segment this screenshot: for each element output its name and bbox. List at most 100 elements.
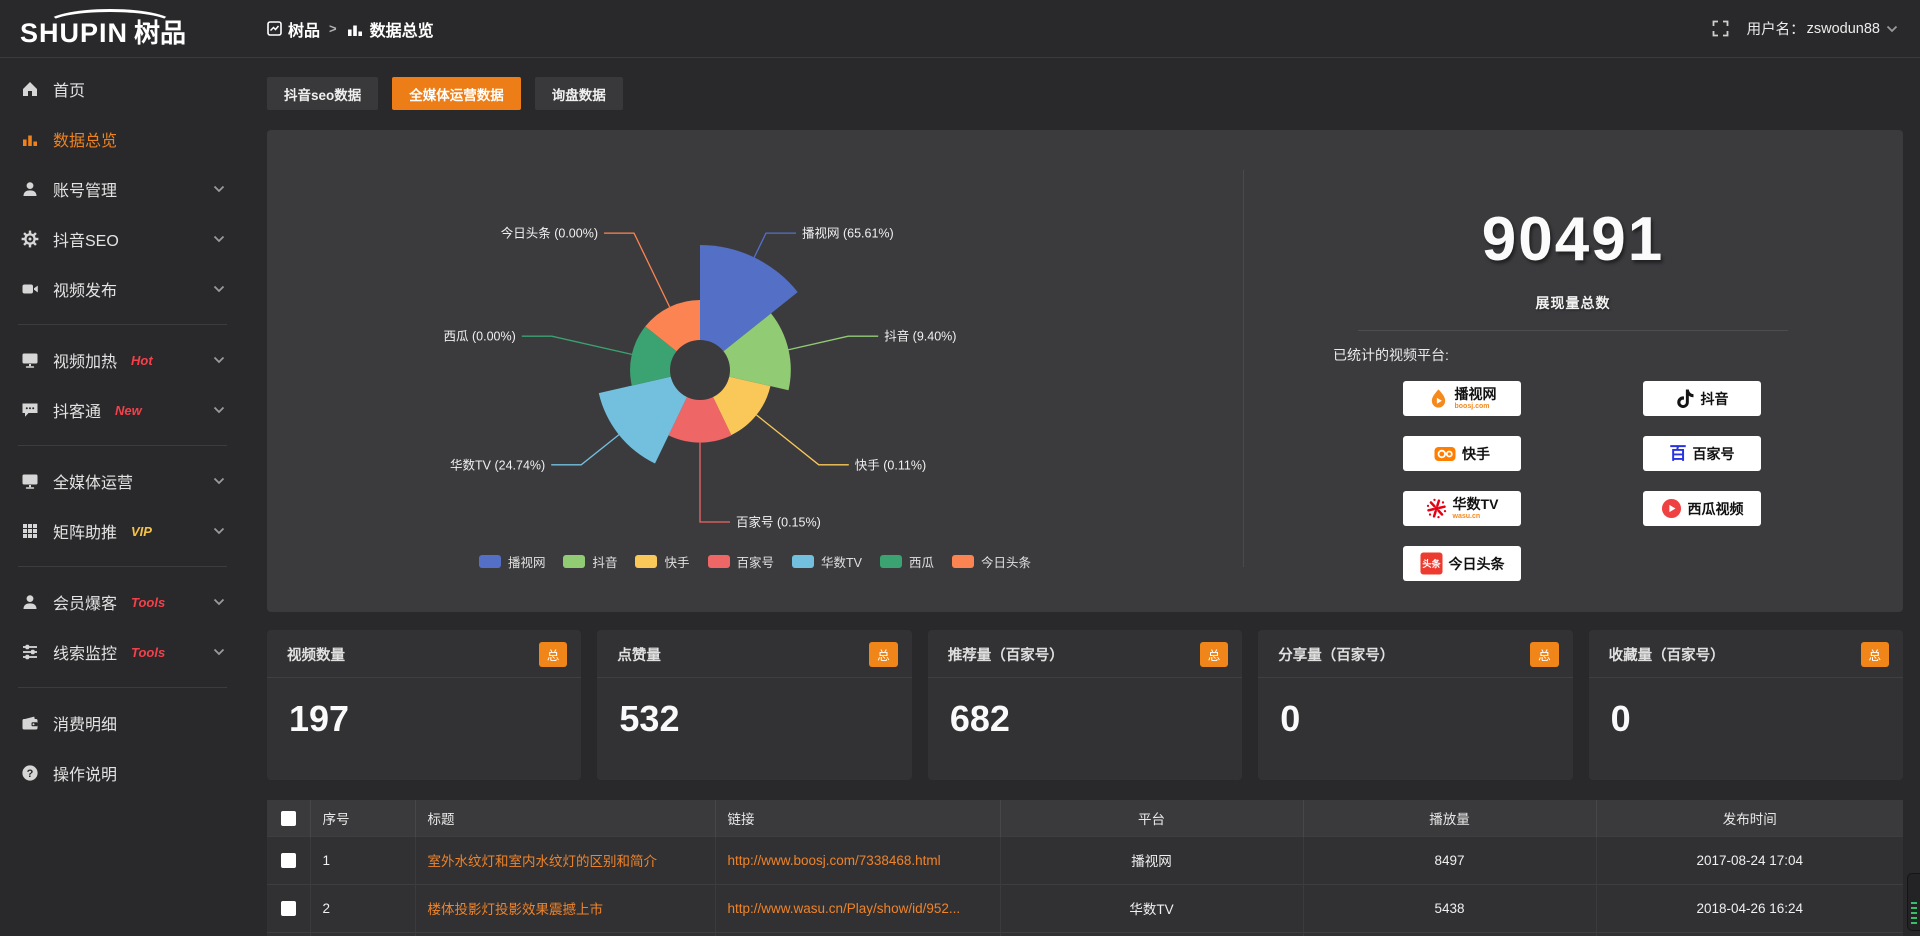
breadcrumb-item[interactable]: 树品: [267, 17, 320, 41]
legend-item-今日头条[interactable]: 今日头条: [952, 552, 1031, 571]
stat-card-value: 682: [950, 698, 1242, 740]
cell-time: 2018-04-26 16:24: [1596, 884, 1903, 932]
cell-time: [1596, 932, 1903, 936]
legend-item-播视网[interactable]: 播视网: [479, 552, 546, 571]
pie-label: 百家号 (0.15%): [736, 515, 821, 530]
cell-plays: [1303, 932, 1596, 936]
cell-link[interactable]: [715, 932, 1000, 936]
sidebar-item-首页[interactable]: 首页: [0, 64, 245, 114]
total-badge[interactable]: 总: [1530, 642, 1559, 667]
row-checkbox[interactable]: [281, 853, 296, 868]
platform-name: 播视网: [1455, 387, 1497, 401]
sidebar-item-会员爆客[interactable]: 会员爆客Tools: [0, 577, 245, 627]
chart-bars-icon: [20, 130, 40, 148]
cell-link[interactable]: http://www.wasu.cn/Play/show/id/952...: [715, 884, 1000, 932]
total-badge[interactable]: 总: [1200, 642, 1229, 667]
table-row: 2 楼体投影灯投影效果震撼上市 http://www.wasu.cn/Play/…: [267, 884, 1903, 932]
cell-title[interactable]: [415, 932, 715, 936]
platforms-label: 已统计的视频平台:: [1333, 345, 1903, 365]
sidebar-item-label: 数据总览: [53, 127, 117, 151]
stat-card-推荐量（百家号）: 推荐量（百家号）总682: [928, 630, 1242, 780]
select-all-checkbox[interactable]: [281, 811, 296, 826]
cell-title[interactable]: 室外水纹灯和室内水纹灯的区别和简介: [415, 836, 715, 884]
legend-item-抖音[interactable]: 抖音: [563, 552, 617, 571]
svg-text:?: ?: [27, 768, 34, 780]
sidebar-item-label: 抖客通: [53, 398, 101, 422]
platform-badge-播视网[interactable]: 播视网boosj.com: [1403, 381, 1521, 416]
logo[interactable]: SHUPIN树品: [0, 7, 245, 50]
stat-card-title: 点赞量: [617, 644, 661, 665]
table-row: 1 室外水纹灯和室内水纹灯的区别和简介 http://www.boosj.com…: [267, 836, 1903, 884]
pie-chart-section: 播视网 (65.61%)抖音 (9.40%)快手 (0.11%)百家号 (0.1…: [267, 130, 1243, 612]
chevron-down-icon: [213, 598, 225, 606]
chevron-down-icon: [213, 285, 225, 293]
rose-pie-chart[interactable]: 播视网 (65.61%)抖音 (9.40%)快手 (0.11%)百家号 (0.1…: [267, 130, 1243, 550]
sidebar-item-消费明细[interactable]: 消费明细: [0, 698, 245, 748]
pie-label: 快手 (0.11%): [855, 458, 926, 472]
logo-arc: [46, 9, 174, 39]
total-badge[interactable]: 总: [869, 642, 898, 667]
platform-badge-华数TV[interactable]: 华数TVwasu.cn: [1403, 491, 1521, 526]
user-icon: [20, 593, 40, 611]
data-tabs: 抖音seo数据全媒体运营数据询盘数据: [267, 77, 1903, 110]
sidebar-item-badge: Hot: [131, 353, 153, 368]
sidebar-item-抖客通[interactable]: 抖客通New: [0, 385, 245, 435]
platform-name: 百家号: [1693, 447, 1735, 461]
legend-label: 百家号: [737, 552, 775, 571]
platform-badge-今日头条[interactable]: 头条今日头条: [1403, 546, 1521, 581]
sidebar-item-label: 首页: [53, 77, 85, 101]
stat-card-点赞量: 点赞量总532: [597, 630, 911, 780]
fullscreen-icon[interactable]: [1712, 20, 1729, 37]
sidebar-item-抖音SEO[interactable]: 抖音SEO: [0, 214, 245, 264]
legend-item-华数TV[interactable]: 华数TV: [792, 552, 862, 571]
tab-询盘数据[interactable]: 询盘数据: [535, 77, 623, 110]
sidebar-item-视频发布[interactable]: 视频发布: [0, 264, 245, 314]
legend-item-百家号[interactable]: 百家号: [708, 552, 775, 571]
xigua-logo: [1661, 498, 1682, 519]
cell-time: 2017-08-24 17:04: [1596, 836, 1903, 884]
platform-subtext: wasu.cn: [1453, 513, 1481, 520]
sidebar-item-数据总览[interactable]: 数据总览: [0, 114, 245, 164]
svg-text:头条: 头条: [1422, 558, 1441, 569]
user-menu[interactable]: 用户名：zswodun88: [1747, 18, 1898, 39]
cell-title[interactable]: 楼体投影灯投影效果震撼上市: [415, 884, 715, 932]
stat-card-value: 197: [289, 698, 581, 740]
videos-table: 序号 标题 链接 平台 播放量 发布时间 1 室外水纹灯和室内水纹灯的区别和简介…: [267, 800, 1903, 936]
sidebar-item-矩阵助推[interactable]: 矩阵助推 VIP: [0, 506, 245, 556]
pie-label-line: [789, 336, 879, 350]
legend-item-西瓜[interactable]: 西瓜: [880, 552, 934, 571]
platform-name: 西瓜视频: [1688, 502, 1744, 516]
tab-抖音seo数据[interactable]: 抖音seo数据: [267, 77, 378, 110]
platform-badge-百家号[interactable]: 百百家号: [1643, 436, 1761, 471]
cell-link[interactable]: http://www.boosj.com/7338468.html: [715, 836, 1000, 884]
sidebar-item-badge: VIP: [131, 524, 152, 539]
breadcrumb-item[interactable]: 数据总览: [346, 17, 434, 41]
sidebar-item-label: 账号管理: [53, 177, 117, 201]
platform-badge-抖音[interactable]: 抖音: [1643, 381, 1761, 416]
floating-side-widget[interactable]: [1907, 873, 1920, 931]
widget-stripes-icon: [1911, 902, 1917, 924]
cell-plays: 5438: [1303, 884, 1596, 932]
legend-item-快手[interactable]: 快手: [635, 552, 689, 571]
breadcrumb-label: 树品: [288, 17, 320, 41]
platform-badge-快手[interactable]: 快手: [1403, 436, 1521, 471]
tab-全媒体运营数据[interactable]: 全媒体运营数据: [392, 77, 521, 110]
platform-badge-西瓜视频[interactable]: 西瓜视频: [1643, 491, 1761, 526]
stat-cards: 视频数量总197点赞量总532推荐量（百家号）总682分享量（百家号）总0收藏量…: [267, 630, 1903, 780]
sidebar-item-操作说明[interactable]: ?操作说明: [0, 748, 245, 798]
sidebar-item-全媒体运营[interactable]: 全媒体运营: [0, 456, 245, 506]
wasu-logo: [1426, 498, 1447, 519]
breadcrumb: 树品>数据总览: [267, 17, 434, 41]
legend-swatch: [880, 555, 902, 568]
sidebar-item-账号管理[interactable]: 账号管理: [0, 164, 245, 214]
sidebar-item-视频加热[interactable]: 视频加热Hot: [0, 335, 245, 385]
total-badge[interactable]: 总: [1861, 642, 1890, 667]
sidebar-item-线索监控[interactable]: 线索监控Tools: [0, 627, 245, 677]
row-checkbox[interactable]: [281, 901, 296, 916]
legend-label: 今日头条: [981, 552, 1031, 571]
chart-legend: 播视网抖音快手 百家号华数TV 西瓜 今日头条: [267, 552, 1243, 571]
sidebar-item-label: 矩阵助推: [53, 519, 117, 543]
total-badge[interactable]: 总: [539, 642, 568, 667]
sidebar-item-badge: Tools: [131, 595, 165, 610]
chevron-down-icon: [213, 185, 225, 193]
